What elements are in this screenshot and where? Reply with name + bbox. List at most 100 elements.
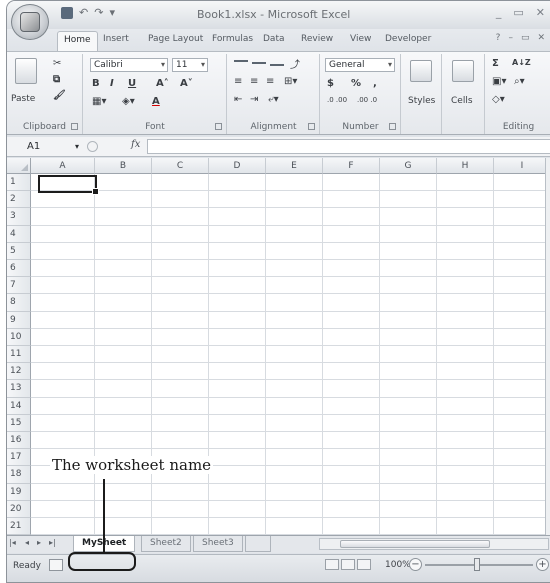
column-header-f[interactable]: F bbox=[323, 158, 380, 174]
font-size-select[interactable]: 11 bbox=[172, 58, 208, 72]
cut-icon[interactable]: ✂ bbox=[53, 58, 61, 69]
sort-filter-button[interactable]: A↓Z bbox=[512, 58, 531, 67]
name-box-dropdown-icon[interactable]: ▾ bbox=[75, 139, 79, 154]
workbook-restore-button[interactable]: ▭ bbox=[521, 33, 530, 43]
align-bottom-icon[interactable] bbox=[270, 64, 284, 66]
cells-icon[interactable] bbox=[452, 60, 474, 82]
insert-function-button[interactable]: fx bbox=[131, 139, 140, 150]
grow-font-button[interactable]: A˄ bbox=[156, 78, 169, 89]
cells-label[interactable]: Cells bbox=[451, 96, 473, 106]
prev-sheet-button[interactable]: ◂ bbox=[25, 538, 29, 547]
formula-input[interactable] bbox=[147, 139, 550, 154]
column-header-b[interactable]: B bbox=[95, 158, 152, 174]
align-left-icon[interactable]: ≡ bbox=[234, 76, 242, 87]
number-format-select[interactable]: General bbox=[325, 58, 395, 72]
tab-developer[interactable]: Developer bbox=[385, 34, 431, 44]
row-header-3[interactable]: 3 bbox=[7, 208, 31, 226]
row-header-20[interactable]: 20 bbox=[7, 500, 31, 518]
page-break-view-icon[interactable] bbox=[357, 559, 371, 570]
redo-icon[interactable]: ↷ bbox=[94, 7, 103, 19]
orientation-icon[interactable]: ⤴ bbox=[290, 56, 300, 71]
row-header-18[interactable]: 18 bbox=[7, 466, 31, 484]
align-right-icon[interactable]: ≡ bbox=[266, 76, 274, 87]
paste-icon[interactable] bbox=[15, 58, 37, 84]
row-header-7[interactable]: 7 bbox=[7, 277, 31, 295]
sheet-tab-sheet3[interactable]: Sheet3 bbox=[193, 536, 243, 552]
row-header-15[interactable]: 15 bbox=[7, 414, 31, 432]
maximize-button[interactable]: ▭ bbox=[513, 6, 523, 19]
alignment-launcher-icon[interactable] bbox=[308, 123, 315, 130]
office-button[interactable] bbox=[11, 4, 49, 40]
shrink-font-button[interactable]: A˅ bbox=[180, 78, 193, 89]
fill-icon[interactable]: ▣▾ bbox=[492, 76, 506, 87]
row-header-13[interactable]: 13 bbox=[7, 380, 31, 398]
currency-button[interactable]: $ bbox=[327, 78, 334, 89]
tab-view[interactable]: View bbox=[350, 34, 371, 44]
first-sheet-button[interactable]: |◂ bbox=[9, 538, 16, 547]
save-icon[interactable] bbox=[61, 7, 73, 19]
tab-data[interactable]: Data bbox=[263, 34, 285, 44]
align-top-icon[interactable] bbox=[234, 60, 248, 62]
column-header-i[interactable]: I bbox=[494, 158, 550, 174]
tab-review[interactable]: Review bbox=[301, 34, 333, 44]
row-header-12[interactable]: 12 bbox=[7, 363, 31, 381]
undo-icon[interactable]: ↶ bbox=[79, 7, 88, 19]
horizontal-scroll-thumb[interactable] bbox=[340, 540, 490, 548]
decrease-indent-icon[interactable]: ⇤ bbox=[234, 94, 242, 105]
find-select-icon[interactable]: ⌕▾ bbox=[514, 76, 525, 87]
number-launcher-icon[interactable] bbox=[389, 123, 396, 130]
font-family-select[interactable]: Calibri bbox=[90, 58, 168, 72]
wrap-text-icon[interactable]: ⤶▾ bbox=[268, 94, 279, 105]
column-header-e[interactable]: E bbox=[266, 158, 323, 174]
tab-page-layout[interactable]: Page Layout bbox=[148, 34, 203, 44]
format-painter-icon[interactable]: 🖌 bbox=[53, 90, 66, 101]
row-header-16[interactable]: 16 bbox=[7, 432, 31, 450]
column-header-a[interactable]: A bbox=[31, 158, 95, 174]
tab-home[interactable]: Home bbox=[57, 31, 98, 51]
horizontal-scrollbar[interactable] bbox=[319, 538, 549, 550]
workbook-close-button[interactable]: ✕ bbox=[537, 33, 545, 43]
increase-decimal-button[interactable]: .0 .00 bbox=[327, 96, 347, 104]
row-header-10[interactable]: 10 bbox=[7, 328, 31, 346]
workbook-minimize-button[interactable]: – bbox=[508, 33, 513, 43]
bold-button[interactable]: B bbox=[92, 78, 100, 89]
styles-label[interactable]: Styles bbox=[408, 96, 435, 106]
zoom-slider-thumb[interactable] bbox=[474, 558, 480, 571]
zoom-out-button[interactable]: − bbox=[409, 558, 422, 571]
italic-button[interactable]: I bbox=[110, 78, 114, 89]
row-header-21[interactable]: 21 bbox=[7, 518, 31, 535]
cancel-entry-icon[interactable] bbox=[87, 141, 98, 152]
column-header-c[interactable]: C bbox=[152, 158, 209, 174]
styles-icon[interactable] bbox=[410, 60, 432, 82]
tab-formulas[interactable]: Formulas bbox=[212, 34, 253, 44]
next-sheet-button[interactable]: ▸ bbox=[37, 538, 41, 547]
row-header-2[interactable]: 2 bbox=[7, 191, 31, 209]
font-color-button[interactable]: A bbox=[152, 96, 160, 107]
paste-label[interactable]: Paste bbox=[11, 94, 35, 104]
customize-qat-icon[interactable]: ▾ bbox=[109, 7, 115, 19]
row-header-14[interactable]: 14 bbox=[7, 397, 31, 415]
underline-button[interactable]: U bbox=[128, 78, 136, 89]
vertical-scrollbar[interactable] bbox=[545, 158, 550, 535]
column-header-g[interactable]: G bbox=[380, 158, 437, 174]
help-icon[interactable]: ? bbox=[496, 33, 501, 43]
row-header-19[interactable]: 19 bbox=[7, 483, 31, 501]
zoom-in-button[interactable]: + bbox=[536, 558, 549, 571]
row-header-11[interactable]: 11 bbox=[7, 346, 31, 364]
normal-view-icon[interactable] bbox=[325, 559, 339, 570]
percent-button[interactable]: % bbox=[351, 78, 361, 89]
minimize-button[interactable]: _ bbox=[496, 6, 502, 19]
name-box[interactable]: A1 ▾ bbox=[13, 139, 83, 154]
autosum-button[interactable]: Σ bbox=[492, 58, 499, 69]
sheet-tab-sheet2[interactable]: Sheet2 bbox=[141, 536, 191, 552]
copy-icon[interactable]: ⧉ bbox=[53, 74, 60, 85]
row-header-6[interactable]: 6 bbox=[7, 260, 31, 278]
insert-sheet-icon[interactable] bbox=[245, 536, 271, 552]
clipboard-launcher-icon[interactable] bbox=[71, 123, 78, 130]
font-launcher-icon[interactable] bbox=[215, 123, 222, 130]
borders-icon[interactable]: ▦▾ bbox=[92, 96, 106, 107]
increase-indent-icon[interactable]: ⇥ bbox=[250, 94, 258, 105]
page-layout-view-icon[interactable] bbox=[341, 559, 355, 570]
active-cell-a1[interactable] bbox=[38, 175, 99, 195]
comma-button[interactable]: , bbox=[373, 78, 377, 89]
